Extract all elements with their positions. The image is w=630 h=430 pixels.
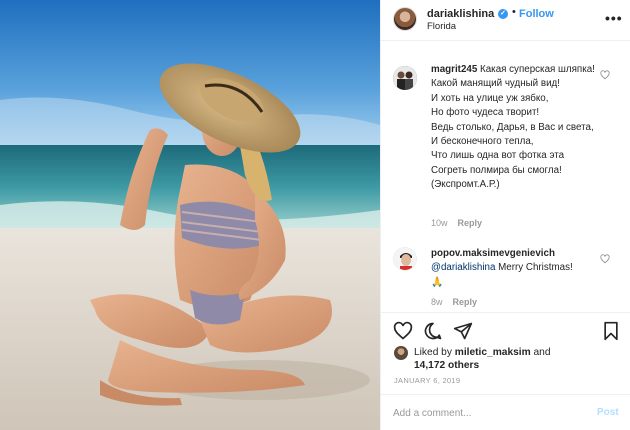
post-comment-button[interactable]: Post [597,407,619,418]
likes-text: Liked by miletic_maksim and 14,172 other… [414,346,614,372]
comment-body: Какая суперская шляпка! Какой манящий чу… [431,64,595,191]
likes-prefix: Liked by [414,347,455,358]
comment-age: 10w [431,218,448,228]
add-comment-input[interactable] [393,405,583,421]
comment-mention[interactable]: @dariaklishina [431,262,495,273]
like-comment-heart-icon[interactable] [600,254,610,264]
follow-button[interactable]: Follow [519,8,554,20]
author-avatar[interactable] [393,7,417,31]
post-header: dariaklishina ✓ • Follow Florida ••• [381,0,630,41]
post-side-panel: dariaklishina ✓ • Follow Florida ••• mag… [380,0,630,430]
more-options-icon[interactable]: ••• [605,10,623,26]
reply-button[interactable]: Reply [458,218,483,228]
comment-meta: 8w Reply [431,297,477,307]
bookmark-icon[interactable] [601,321,621,341]
comment-text: magrit245 Какая суперская шляпка! Какой … [431,63,601,193]
liker-avatar[interactable] [394,346,408,360]
post-actions-bar [381,312,630,348]
author-username[interactable]: dariaklishina [427,8,494,20]
comment-username[interactable]: magrit245 [431,64,477,75]
comment-age: 8w [431,297,443,307]
comment-meta: 10w Reply [431,218,482,228]
likes-others-link[interactable]: 14,172 others [414,360,479,371]
likes-summary: Liked by miletic_maksim and 14,172 other… [381,344,630,374]
comment-username[interactable]: popov.maksimevgenievich [431,248,555,259]
add-comment-bar: Post [381,394,630,430]
heart-icon[interactable] [393,321,413,341]
beach-photo-illustration [0,0,380,430]
like-comment-heart-icon[interactable] [600,70,610,80]
couple-avatar-icon [393,66,417,90]
liker-username[interactable]: miletic_maksim [455,347,531,358]
commenter-avatar[interactable] [393,66,417,90]
separator-dot: • [512,6,516,18]
comment-emoji: 🙏 [431,276,444,288]
comment-icon[interactable] [423,321,443,341]
likes-and: and [530,347,551,358]
post-location[interactable]: Florida [427,21,456,32]
comment-body: Merry Christmas! [495,262,573,274]
comment-item: magrit245 Какая суперская шляпка! Какой … [381,60,630,240]
comment-text: popov.maksimevgenievich @dariaklishina M… [431,247,601,290]
verified-badge-icon: ✓ [498,9,508,19]
man-avatar-icon [394,248,416,270]
post-date[interactable]: JANUARY 6, 2019 [394,376,460,385]
reply-button[interactable]: Reply [453,297,478,307]
comment-item: popov.maksimevgenievich @dariaklishina M… [381,245,630,310]
share-icon[interactable] [453,321,473,341]
post-photo[interactable] [0,0,380,430]
commenter-avatar[interactable] [393,247,417,271]
